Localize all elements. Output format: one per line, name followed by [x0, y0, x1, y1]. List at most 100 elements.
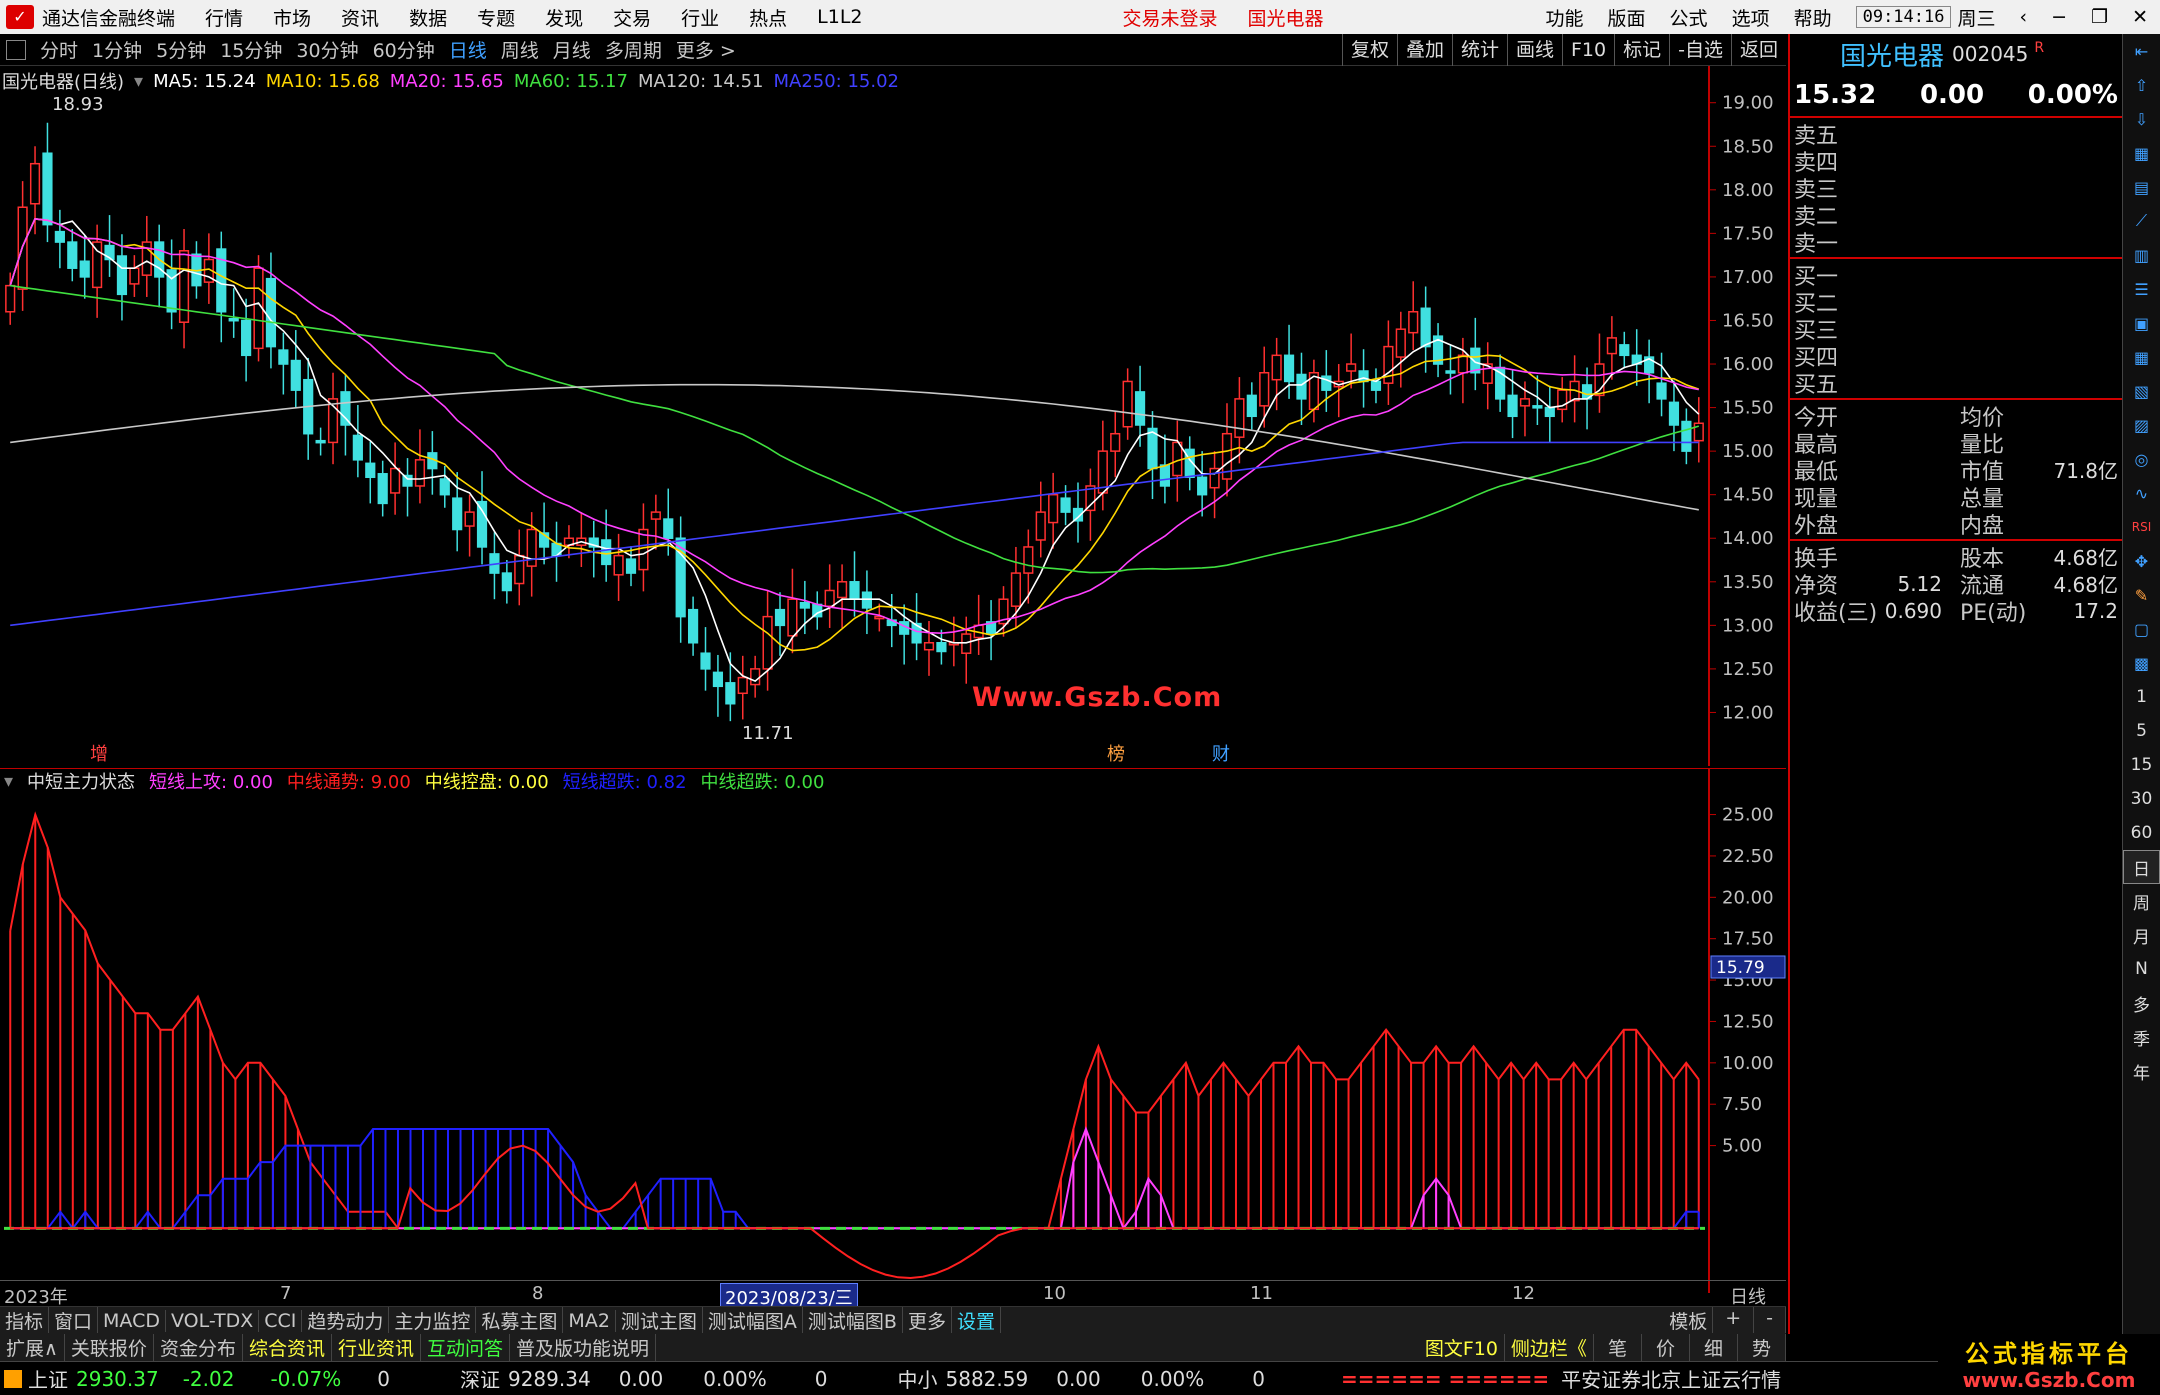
- target-icon[interactable]: ◎: [2123, 442, 2160, 476]
- tab-qa[interactable]: 互动问答: [421, 1333, 510, 1361]
- tab-window[interactable]: 窗口: [49, 1307, 99, 1334]
- sz-label[interactable]: 深证: [460, 1364, 500, 1393]
- fs-icon[interactable]: ▢: [2123, 612, 2160, 646]
- period-tab[interactable]: 周线: [501, 36, 539, 63]
- list-icon[interactable]: ☰: [2123, 272, 2160, 306]
- menu-item[interactable]: 交易: [613, 4, 651, 31]
- tool-stats[interactable]: 统计: [1451, 34, 1507, 66]
- tab-expand[interactable]: 扩展∧: [0, 1333, 65, 1361]
- period-tab-more[interactable]: 更多 >: [676, 36, 736, 63]
- tool-draw[interactable]: 画线: [1506, 34, 1562, 66]
- period-side[interactable]: 30: [2123, 782, 2160, 816]
- tab-related[interactable]: 关联报价: [65, 1333, 154, 1361]
- tab-funds[interactable]: 资金分布: [154, 1333, 243, 1361]
- layout-toggle-icon[interactable]: [6, 39, 26, 60]
- menu-options[interactable]: 选项: [1732, 4, 1770, 31]
- down-arrow-icon[interactable]: ⇩: [2123, 102, 2160, 136]
- menu-function[interactable]: 功能: [1546, 4, 1584, 31]
- move-icon[interactable]: ✥: [2123, 544, 2160, 578]
- collapse-icon[interactable]: ⇤: [2123, 34, 2160, 68]
- doc-icon[interactable]: ▧: [2123, 374, 2160, 408]
- chevron-down-icon[interactable]: ▾: [4, 771, 13, 792]
- chevron-down-icon[interactable]: ▾: [134, 71, 143, 92]
- image-icon[interactable]: ▩: [2123, 646, 2160, 680]
- kline-icon[interactable]: ▥: [2123, 238, 2160, 272]
- template-button[interactable]: 模板: [1664, 1307, 1714, 1334]
- trade-status[interactable]: 交易未登录: [1123, 4, 1218, 31]
- rsi-icon[interactable]: RSI: [2123, 510, 2160, 544]
- tab-pen[interactable]: 笔: [1594, 1333, 1642, 1361]
- menu-item[interactable]: 行情: [205, 4, 243, 31]
- maximize-icon[interactable]: ❐: [2091, 6, 2108, 28]
- period-side[interactable]: 周: [2123, 884, 2160, 918]
- period-tab-active[interactable]: 日线: [449, 36, 487, 63]
- tab-industry-news[interactable]: 行业资讯: [332, 1333, 421, 1361]
- tool-overlay[interactable]: 叠加: [1396, 34, 1452, 66]
- event-marker-bang[interactable]: 榜: [1107, 740, 1125, 766]
- tab-ma2[interactable]: MA2: [563, 1309, 616, 1332]
- period-side[interactable]: 多: [2123, 986, 2160, 1020]
- tool-f10[interactable]: F10: [1562, 34, 1614, 66]
- menu-item[interactable]: 数据: [409, 4, 447, 31]
- tool-watchlist[interactable]: -自选: [1669, 34, 1731, 66]
- period-side[interactable]: 60: [2123, 816, 2160, 850]
- zoom-out-button[interactable]: -: [1754, 1307, 1786, 1334]
- period-tab[interactable]: 多周期: [605, 36, 662, 63]
- period-tab[interactable]: 5分钟: [156, 36, 206, 63]
- tab-news[interactable]: 综合资讯: [243, 1333, 332, 1361]
- period-tab[interactable]: 15分钟: [220, 36, 282, 63]
- period-side[interactable]: 季: [2123, 1020, 2160, 1054]
- menu-item[interactable]: L1L2: [817, 6, 862, 28]
- period-side[interactable]: 15: [2123, 748, 2160, 782]
- period-side[interactable]: N: [2123, 952, 2160, 986]
- menu-formula[interactable]: 公式: [1670, 4, 1708, 31]
- period-side[interactable]: 5: [2123, 714, 2160, 748]
- period-tab[interactable]: 月线: [553, 36, 591, 63]
- tab-f10[interactable]: 图文F10: [1419, 1333, 1505, 1361]
- chart-icon[interactable]: ▦: [2123, 136, 2160, 170]
- period-side[interactable]: 1: [2123, 680, 2160, 714]
- menu-item[interactable]: 发现: [545, 4, 583, 31]
- wave-icon[interactable]: ∿: [2123, 476, 2160, 510]
- period-tab[interactable]: 分时: [40, 36, 78, 63]
- tab-trend[interactable]: 趋势动力: [302, 1307, 390, 1334]
- event-marker-cai[interactable]: 财: [1212, 740, 1230, 766]
- period-side-active[interactable]: 日: [2123, 850, 2160, 884]
- tab-guide[interactable]: 普及版功能说明: [510, 1333, 657, 1361]
- tool-back[interactable]: 返回: [1730, 34, 1786, 66]
- sh-label[interactable]: 上证: [28, 1364, 68, 1393]
- event-marker-zeng[interactable]: 增: [90, 740, 108, 766]
- tab-sidebar[interactable]: 侧边栏《: [1505, 1333, 1594, 1361]
- tab-test-a[interactable]: 测试幅图A: [703, 1307, 803, 1334]
- menu-item[interactable]: 行业: [681, 4, 719, 31]
- period-side[interactable]: 年: [2123, 1054, 2160, 1088]
- period-tab[interactable]: 1分钟: [92, 36, 142, 63]
- tab-monitor[interactable]: 主力监控: [389, 1307, 477, 1334]
- f10-icon[interactable]: ▣: [2123, 306, 2160, 340]
- tab-settings[interactable]: 设置: [952, 1307, 1001, 1334]
- up-arrow-icon[interactable]: ⇧: [2123, 68, 2160, 102]
- zx-label[interactable]: 中小: [898, 1364, 938, 1393]
- table-icon[interactable]: ▦: [2123, 340, 2160, 374]
- tab-trend2[interactable]: 势: [1738, 1333, 1786, 1361]
- tab-vol[interactable]: VOL-TDX: [166, 1309, 260, 1332]
- tab-test-b[interactable]: 测试幅图B: [803, 1307, 903, 1334]
- indicator-chart[interactable]: 25.0022.5020.0017.5015.0012.5010.007.505…: [0, 768, 1786, 1293]
- tool-adjust[interactable]: 复权: [1341, 34, 1397, 66]
- menu-help[interactable]: 帮助: [1794, 4, 1832, 31]
- tool-mark[interactable]: 标记: [1614, 34, 1669, 66]
- pen-icon[interactable]: ✎: [2123, 578, 2160, 612]
- close-icon[interactable]: ✕: [2132, 6, 2148, 28]
- tab-cci[interactable]: CCI: [259, 1309, 303, 1332]
- period-side[interactable]: 月: [2123, 918, 2160, 952]
- tab-test-main[interactable]: 测试主图: [616, 1307, 703, 1334]
- menu-item[interactable]: 资讯: [341, 4, 379, 31]
- f2-icon[interactable]: ▨: [2123, 408, 2160, 442]
- line-chart-icon[interactable]: ⟋: [2123, 204, 2160, 238]
- menu-item[interactable]: 热点: [749, 4, 787, 31]
- menu-item[interactable]: 专题: [477, 4, 515, 31]
- grid-icon[interactable]: ▤: [2123, 170, 2160, 204]
- menu-layout[interactable]: 版面: [1608, 4, 1646, 31]
- zoom-in-button[interactable]: +: [1713, 1307, 1755, 1334]
- tab-detail[interactable]: 细: [1690, 1333, 1738, 1361]
